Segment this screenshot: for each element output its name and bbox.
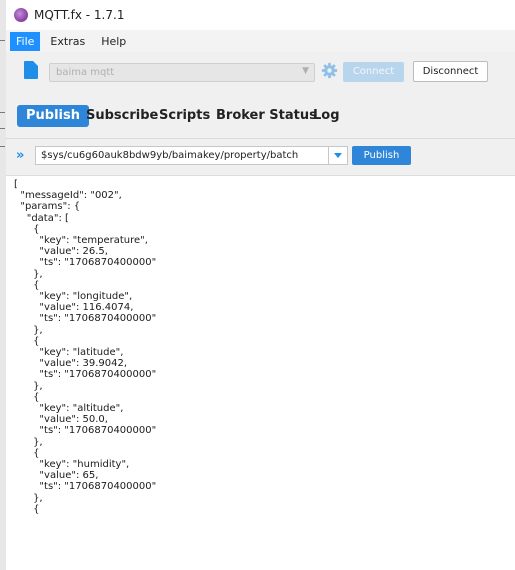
menu-file[interactable]: File bbox=[10, 31, 41, 51]
connection-toolbar: baima mqtt ▼ Connect Disconnect bbox=[6, 52, 515, 92]
topic-input[interactable]: $sys/cu6g60auk8bdw9yb/baimakey/property/… bbox=[35, 146, 329, 165]
connection-profile-select[interactable]: baima mqtt ▼ bbox=[49, 63, 315, 82]
disconnect-button[interactable]: Disconnect bbox=[413, 61, 488, 82]
payload-editor[interactable]: [ "messageId": "002", "params": { "data"… bbox=[6, 176, 515, 570]
double-chevron-right-icon[interactable]: » bbox=[16, 148, 24, 163]
main-tabs: Publish Subscribe Scripts Broker Status … bbox=[6, 92, 515, 139]
gear-icon[interactable] bbox=[319, 60, 339, 80]
mqttfx-app-icon bbox=[14, 8, 28, 22]
app-window: MQTT.fx - 1.7.1 File Extras Help baima m… bbox=[0, 0, 515, 570]
menu-extras[interactable]: Extras bbox=[44, 32, 91, 51]
tab-subscribe[interactable]: Subscribe bbox=[86, 105, 158, 127]
chevron-down-icon bbox=[334, 153, 342, 158]
menu-bar: File Extras Help bbox=[6, 30, 515, 52]
chevron-down-icon: ▼ bbox=[302, 66, 309, 76]
publish-button[interactable]: Publish bbox=[352, 146, 411, 165]
tab-broker-status[interactable]: Broker Status bbox=[216, 105, 317, 127]
title-bar: MQTT.fx - 1.7.1 bbox=[6, 0, 515, 31]
connection-profile-icon[interactable] bbox=[24, 61, 38, 79]
tab-log[interactable]: Log bbox=[313, 105, 340, 127]
window-title: MQTT.fx - 1.7.1 bbox=[34, 8, 125, 22]
publish-topic-row: » $sys/cu6g60auk8bdw9yb/baimakey/propert… bbox=[6, 139, 515, 176]
tab-publish[interactable]: Publish bbox=[17, 105, 89, 127]
topic-dropdown-button[interactable] bbox=[329, 146, 348, 165]
connect-button[interactable]: Connect bbox=[343, 62, 404, 82]
menu-help[interactable]: Help bbox=[95, 32, 132, 51]
profile-name: baima mqtt bbox=[56, 67, 115, 78]
payload-text: [ "messageId": "002", "params": { "data"… bbox=[14, 179, 157, 515]
tab-scripts[interactable]: Scripts bbox=[159, 105, 210, 127]
